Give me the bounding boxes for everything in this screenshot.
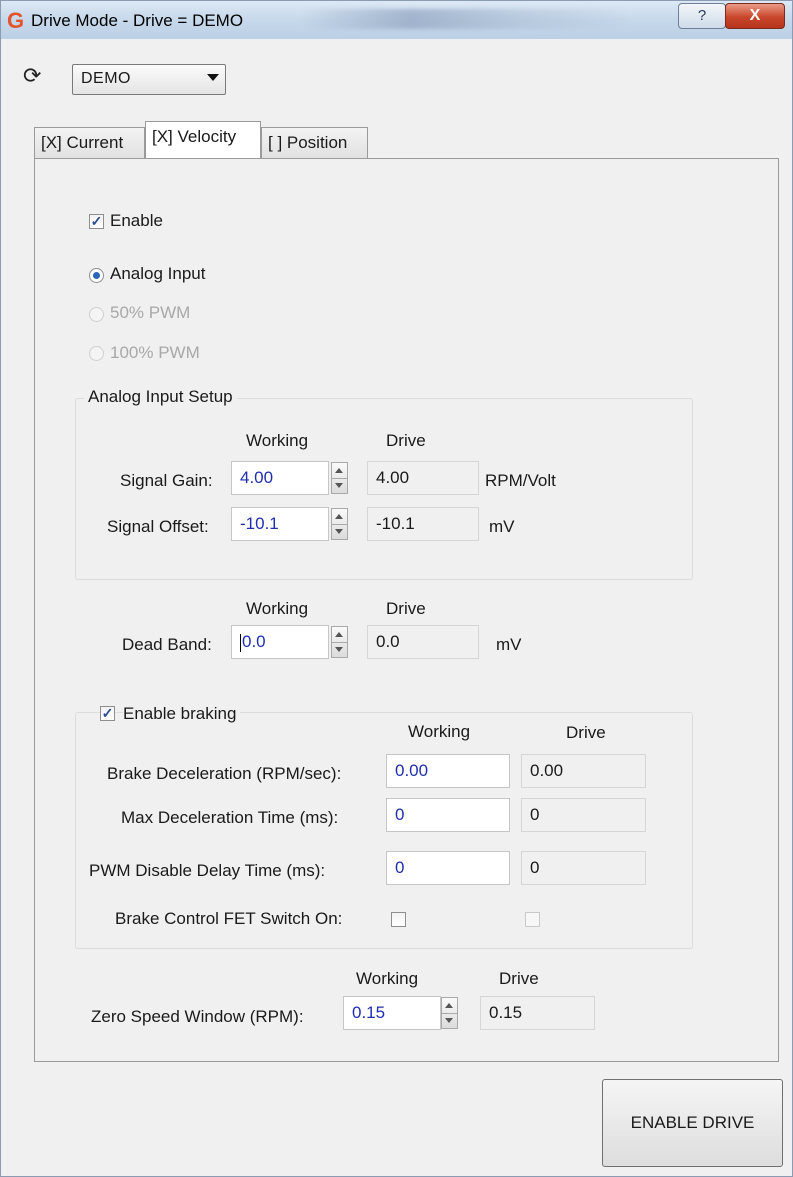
signal-gain-working-input[interactable]: 4.00 (231, 461, 329, 495)
signal-offset-working-input[interactable]: -10.1 (231, 507, 329, 541)
zero-speed-drive-value: 0.15 (480, 996, 595, 1030)
drive-select-value: DEMO (81, 70, 131, 87)
enable-drive-button[interactable]: ENABLE DRIVE (602, 1079, 783, 1167)
brake-decel-drive-value: 0.00 (521, 754, 646, 788)
signal-gain-unit: RPM/Volt (485, 471, 556, 490)
fet-switch-label: Brake Control FET Switch On: (115, 909, 343, 928)
zero-speed-label: Zero Speed Window (RPM): (91, 1007, 304, 1026)
brake-decel-working-input[interactable]: 0.00 (386, 754, 510, 788)
app-logo-icon: G (7, 8, 25, 33)
signal-gain-drive-value: 4.00 (367, 461, 479, 495)
window-title: Drive Mode - Drive = DEMO (31, 11, 244, 30)
max-decel-time-drive-value: 0 (521, 798, 646, 832)
pwm-50-label: 50% PWM (110, 303, 191, 322)
refresh-icon[interactable]: ⟳ (23, 65, 41, 87)
analog-input-setup-title: Analog Input Setup (84, 387, 237, 407)
pwm-disable-delay-label: PWM Disable Delay Time (ms): (89, 861, 326, 880)
signal-gain-spinner[interactable] (331, 462, 348, 494)
chevron-down-icon (207, 74, 219, 81)
tab-position[interactable]: [ ] Position (261, 127, 368, 158)
deadband-spinner[interactable] (331, 626, 348, 658)
enable-checkbox[interactable]: ✓ (89, 214, 104, 229)
pwm-50-radio (89, 307, 104, 322)
deadband-drive-header: Drive (386, 599, 426, 618)
pwm-100-radio (89, 346, 104, 361)
drive-mode-window: G Drive Mode - Drive = DEMO ? X ⟳ DEMO [… (0, 0, 793, 1177)
analog-working-header: Working (246, 431, 309, 450)
close-button[interactable]: X (725, 3, 785, 29)
analog-drive-header: Drive (386, 431, 426, 450)
zero-speed-drive-header: Drive (499, 969, 539, 988)
analog-input-radio[interactable] (89, 268, 104, 283)
signal-offset-unit: mV (489, 517, 515, 536)
deadband-label: Dead Band: (122, 635, 212, 654)
deadband-working-header: Working (246, 599, 309, 618)
deadband-working-value: 0.0 (242, 632, 266, 651)
help-button[interactable]: ? (678, 3, 726, 29)
enable-braking-label: Enable braking (123, 704, 241, 724)
zero-speed-working-input[interactable]: 0.15 (343, 996, 441, 1030)
title-bar-blur (301, 9, 631, 29)
pwm-disable-delay-drive-value: 0 (521, 851, 646, 885)
enable-label: Enable (110, 211, 163, 230)
signal-offset-label: Signal Offset: (107, 517, 209, 536)
signal-offset-spinner[interactable] (331, 508, 348, 540)
pwm-100-label: 100% PWM (110, 343, 200, 362)
tab-velocity[interactable]: [X] Velocity (145, 121, 261, 158)
title-bar: G Drive Mode - Drive = DEMO ? X (1, 1, 792, 39)
tab-current[interactable]: [X] Current (34, 127, 145, 158)
velocity-tab-panel: ✓ Enable Analog Input 50% PWM 100% PWM A… (34, 158, 779, 1062)
fet-switch-working-checkbox[interactable] (391, 912, 406, 927)
zero-speed-working-header: Working (356, 969, 419, 988)
signal-offset-drive-value: -10.1 (367, 507, 479, 541)
signal-gain-label: Signal Gain: (120, 471, 213, 490)
fet-switch-drive-checkbox (525, 912, 540, 927)
deadband-drive-value: 0.0 (367, 625, 479, 659)
braking-drive-header: Drive (566, 723, 606, 742)
brake-decel-label: Brake Deceleration (RPM/sec): (107, 764, 342, 783)
drive-select[interactable]: DEMO (72, 64, 226, 95)
max-decel-time-working-input[interactable]: 0 (386, 798, 510, 832)
zero-speed-spinner[interactable] (441, 997, 458, 1029)
analog-input-label: Analog Input (110, 264, 206, 283)
enable-braking-checkbox[interactable]: ✓ (100, 706, 115, 721)
pwm-disable-delay-working-input[interactable]: 0 (386, 851, 510, 885)
deadband-unit: mV (496, 635, 522, 654)
deadband-working-input[interactable]: 0.0 (231, 625, 329, 659)
braking-working-header: Working (408, 722, 471, 741)
max-decel-time-label: Max Deceleration Time (ms): (121, 808, 339, 827)
